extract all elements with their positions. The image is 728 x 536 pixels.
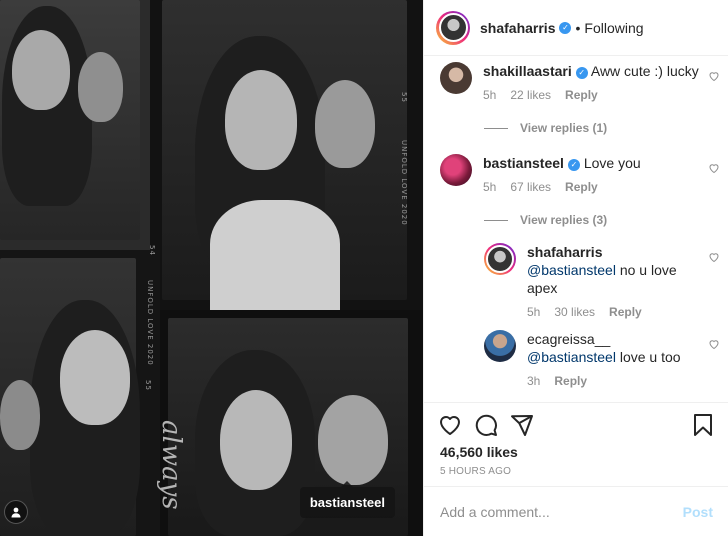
avatar[interactable]	[484, 330, 516, 362]
header-username[interactable]: shafaharris	[480, 20, 555, 36]
comment-icon[interactable]	[474, 413, 498, 437]
person-icon	[11, 507, 21, 518]
comment-time[interactable]: 5h	[483, 180, 496, 194]
mention-link[interactable]: @bastiansteel	[527, 349, 616, 365]
bookmark-icon[interactable]	[691, 413, 715, 437]
like-heart-icon[interactable]	[438, 413, 462, 437]
comment-likes[interactable]: 67 likes	[510, 180, 551, 194]
separator: •	[575, 19, 581, 36]
film-frame-number: 55	[144, 380, 152, 391]
face-shape	[220, 390, 292, 490]
view-replies-button[interactable]: View replies (3)	[484, 213, 607, 227]
reply-button[interactable]: Reply	[554, 374, 587, 388]
avatar	[438, 13, 468, 42]
post-header: shafaharris ✓ • Following	[424, 0, 728, 56]
tagged-users-icon[interactable]	[4, 500, 28, 524]
heart-icon[interactable]	[708, 338, 720, 350]
film-frame-number: 55	[400, 92, 408, 103]
face-shape	[12, 30, 70, 110]
story-ring[interactable]	[436, 10, 470, 45]
reply-button[interactable]: Reply	[565, 180, 598, 194]
face-shape	[78, 52, 123, 122]
reply-comment: shafaharris @bastiansteel no u love apex…	[484, 243, 720, 319]
comment-text: Love you	[583, 155, 641, 171]
film-frame-number: 54	[148, 245, 156, 256]
comment-meta: 5h 22 likes Reply	[483, 88, 720, 102]
verified-badge-icon: ✓	[559, 21, 572, 34]
comment: bastiansteel ✓ Love you 5h 67 likes Reply	[440, 154, 720, 194]
view-replies-button[interactable]: View replies (1)	[484, 121, 607, 135]
comment-meta: 5h 30 likes Reply	[527, 305, 720, 319]
face-shape	[225, 70, 297, 170]
face-shape	[318, 395, 388, 485]
comment-text: Aww cute :) lucky	[590, 63, 699, 79]
reply-button[interactable]: Reply	[565, 88, 598, 102]
view-replies-label: View replies (1)	[520, 121, 608, 135]
comment-meta: 5h 67 likes Reply	[483, 180, 720, 194]
add-comment-bar: Post	[424, 486, 728, 536]
divider	[484, 127, 508, 129]
body-shape	[210, 200, 340, 310]
avatar[interactable]	[440, 154, 472, 186]
reply-button[interactable]: Reply	[609, 305, 642, 319]
share-icon[interactable]	[510, 413, 534, 437]
comment-text: love u too	[619, 349, 681, 365]
mention-link[interactable]: @bastiansteel	[527, 262, 616, 278]
comment-time[interactable]: 3h	[527, 374, 540, 388]
avatar[interactable]	[440, 62, 472, 94]
post-side-panel: shafaharris ✓ • Following shakillaastari…	[423, 0, 728, 536]
verified-badge-icon: ✓	[567, 159, 580, 171]
comment-body: shakillaastari ✓ Aww cute :) lucky	[483, 62, 720, 80]
heart-icon[interactable]	[708, 162, 720, 174]
divider	[484, 219, 508, 221]
heart-icon[interactable]	[708, 70, 720, 82]
film-caption: UNFOLD LOVE 2020	[400, 140, 408, 226]
avatar[interactable]	[484, 243, 516, 275]
comment-time[interactable]: 5h	[527, 305, 540, 319]
view-replies-label: View replies (3)	[520, 213, 608, 227]
post-timestamp[interactable]: 5 HOURS AGO	[440, 466, 511, 477]
comment-body: ecagreissa__ @bastiansteel love u too	[527, 330, 720, 366]
comment-time[interactable]: 5h	[483, 88, 496, 102]
likes-count[interactable]: 46,560 likes	[440, 444, 518, 460]
heart-icon[interactable]	[708, 251, 720, 263]
comment-likes[interactable]: 30 likes	[554, 305, 595, 319]
face-shape	[60, 330, 130, 425]
comment-body: bastiansteel ✓ Love you	[483, 154, 720, 172]
user-tag[interactable]: bastiansteel	[299, 481, 395, 518]
comment-body: shafaharris @bastiansteel no u love apex	[527, 243, 720, 297]
comment-username[interactable]: shafaharris	[527, 244, 602, 260]
comment-username[interactable]: shakillaastari	[483, 63, 572, 79]
comment-meta: 3h Reply	[527, 374, 720, 388]
comment-likes[interactable]: 22 likes	[510, 88, 551, 102]
face-shape	[315, 80, 375, 168]
post-button[interactable]: Post	[683, 504, 713, 520]
comment: shakillaastari ✓ Aww cute :) lucky 5h 22 l…	[440, 62, 720, 102]
handwritten-script: always	[156, 420, 186, 510]
post-actions: 46,560 likes 5 HOURS AGO	[424, 402, 728, 486]
reply-comment: ecagreissa__ @bastiansteel love u too 3h…	[484, 330, 720, 388]
verified-badge-icon: ✓	[575, 67, 588, 79]
comments-list[interactable]: shakillaastari ✓ Aww cute :) lucky 5h 22 l…	[424, 56, 728, 402]
comment-input[interactable]	[440, 500, 670, 524]
comment-username[interactable]: ecagreissa__	[527, 331, 610, 347]
following-button[interactable]: Following	[584, 20, 643, 36]
face-shape	[0, 380, 40, 450]
post-photo[interactable]: UNFOLD LOVE 2020 UNFOLD LOVE 2020 55 54 …	[0, 0, 423, 536]
comment-username[interactable]: bastiansteel	[483, 155, 564, 171]
film-caption: UNFOLD LOVE 2020	[146, 280, 154, 366]
